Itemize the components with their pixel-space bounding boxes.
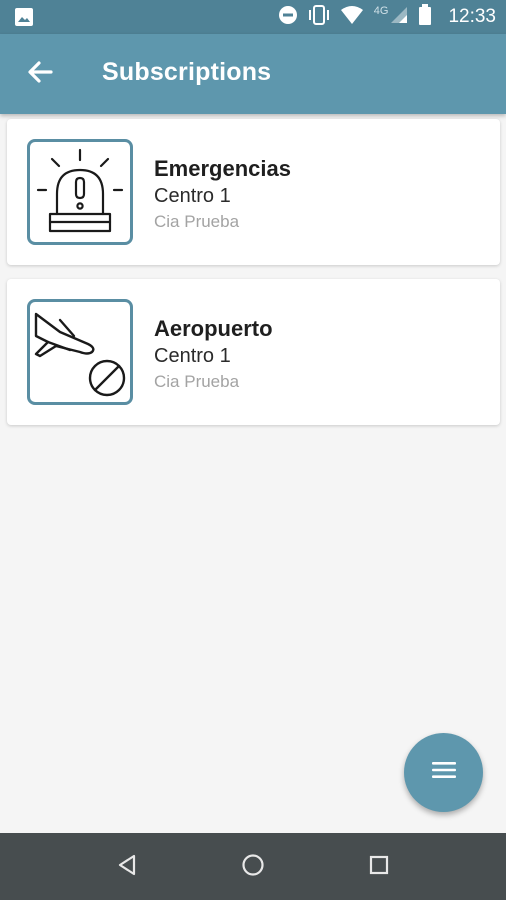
subscription-name: Aeropuerto [154, 316, 273, 341]
battery-icon [418, 3, 432, 31]
status-bar: 4G 12:33 [0, 0, 506, 34]
subscription-thumbnail [27, 299, 133, 405]
subscription-card[interactable]: Emergencias Centro 1 Cia Prueba [7, 119, 500, 265]
system-navigation-bar [0, 833, 506, 900]
home-circle-icon [241, 853, 265, 882]
menu-fab-button[interactable] [404, 733, 483, 812]
wifi-icon [340, 5, 364, 30]
system-recents-button[interactable] [362, 850, 396, 884]
back-button[interactable] [22, 56, 58, 92]
app-bar: Subscriptions [0, 34, 506, 114]
gallery-icon [14, 7, 34, 27]
arrow-left-icon [26, 58, 54, 91]
signal-icon [390, 6, 408, 29]
clock: 12:33 [448, 6, 496, 27]
menu-icon [431, 760, 457, 785]
back-triangle-icon [116, 853, 138, 882]
recents-square-icon [368, 854, 390, 881]
subscription-card[interactable]: Aeropuerto Centro 1 Cia Prueba [7, 279, 500, 425]
subscription-thumbnail [27, 139, 133, 245]
vibrate-icon [308, 4, 330, 30]
subscription-company: Cia Prueba [154, 212, 240, 231]
network-type: 4G [373, 5, 389, 17]
do-not-disturb-icon [278, 5, 298, 30]
subscription-name: Emergencias [154, 156, 291, 181]
subscription-center: Centro 1 [154, 345, 231, 367]
subscription-center: Centro 1 [154, 185, 231, 207]
status-icons: 4G 12:33 [278, 0, 496, 34]
system-home-button[interactable] [236, 850, 270, 884]
system-back-button[interactable] [110, 850, 144, 884]
subscription-company: Cia Prueba [154, 372, 240, 391]
page-title: Subscriptions [102, 58, 272, 86]
